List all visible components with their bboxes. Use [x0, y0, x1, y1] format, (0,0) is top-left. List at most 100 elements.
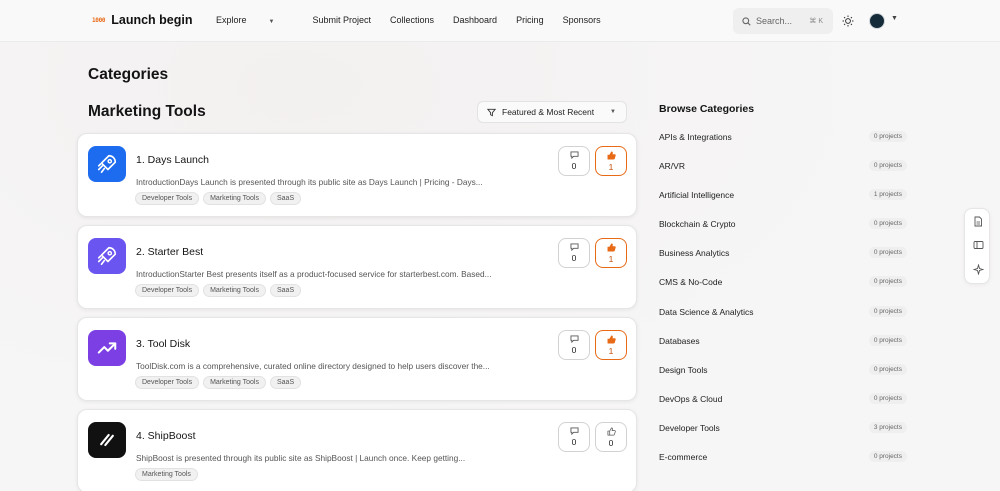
project-card[interactable]: 4. ShipBoost ShipBoost is presented throu… [77, 409, 637, 491]
search-icon [742, 16, 751, 26]
category-item[interactable]: Business Analytics 0 projects [659, 246, 909, 275]
category-item[interactable]: Databases 0 projects [659, 334, 909, 363]
sun-icon[interactable] [842, 15, 854, 27]
upvote-button[interactable]: 0 [595, 422, 627, 452]
comment-icon [570, 427, 579, 437]
project-title[interactable]: 4. ShipBoost [136, 430, 196, 442]
upvote-count: 1 [608, 253, 614, 264]
project-card[interactable]: 2. Starter Best IntroductionStarter Best … [77, 225, 637, 309]
category-item[interactable]: AR/VR 0 projects [659, 159, 909, 188]
category-count-badge: 0 projects [868, 305, 907, 317]
category-count-badge: 0 projects [868, 131, 907, 142]
category-count-badge: 0 projects [868, 363, 907, 375]
floating-toolbar [964, 208, 990, 284]
nav-sponsors[interactable]: Sponsors [563, 15, 601, 25]
nav-pricing[interactable]: Pricing [516, 15, 544, 25]
project-card[interactable]: 3. Tool Disk ToolDisk.com is a comprehens… [77, 317, 637, 401]
page-title: Categories [88, 66, 169, 83]
thumbs-up-icon [607, 243, 616, 254]
project-description: ToolDisk.com is a comprehensive, curated… [136, 361, 490, 371]
rocket-icon [96, 153, 118, 175]
category-name: Databases [659, 335, 700, 346]
project-logo [88, 330, 126, 366]
category-name: AR/VR [659, 161, 685, 172]
tag-chip[interactable]: Marketing Tools [203, 376, 266, 389]
tag-chip[interactable]: Developer Tools [135, 284, 200, 297]
upvote-button[interactable]: 1 [595, 238, 627, 268]
category-item[interactable]: Artificial Intelligence 1 projects [659, 188, 909, 217]
tag-chip[interactable]: Marketing Tools [203, 284, 266, 297]
comment-button[interactable]: 0 [558, 238, 590, 268]
category-name: Artificial Intelligence [659, 190, 735, 201]
sidebar-panel-icon[interactable] [972, 240, 984, 252]
main-nav: Explore ▼ Submit Project Collections Dash… [216, 15, 620, 25]
category-item[interactable]: E-commerce 0 projects [659, 450, 909, 479]
category-item[interactable]: Developer Tools 3 projects [659, 421, 909, 450]
trending-up-icon [96, 337, 118, 359]
category-item[interactable]: APIs & Integrations 0 projects [659, 130, 909, 159]
comment-button[interactable]: 0 [558, 146, 590, 176]
tag-chip[interactable]: SaaS [269, 376, 302, 389]
project-title[interactable]: 1. Days Launch [136, 154, 209, 166]
project-description: ShipBoost is presented through its publi… [136, 453, 466, 463]
category-count-badge: 0 projects [868, 247, 907, 259]
search-button[interactable]: Search... ⌘ K [733, 8, 833, 34]
rocket-icon [96, 245, 118, 267]
comment-button[interactable]: 0 [558, 422, 590, 452]
browse-categories-title: Browse Categories [659, 103, 755, 115]
project-tags: Developer Tools Marketing Tools SaaS [135, 376, 302, 389]
tag-chip[interactable]: Developer Tools [135, 376, 200, 389]
nav-explore[interactable]: Explore ▼ [216, 15, 293, 25]
thumbs-up-icon [607, 427, 616, 438]
project-title[interactable]: 2. Starter Best [136, 246, 203, 258]
category-name: DevOps & Cloud [659, 393, 723, 404]
upvote-button[interactable]: 1 [595, 330, 627, 360]
document-icon[interactable] [972, 216, 984, 228]
tag-chip[interactable]: Marketing Tools [203, 192, 266, 205]
category-name: Business Analytics [659, 248, 730, 259]
category-count-badge: 0 projects [868, 451, 907, 463]
nav-submit-project[interactable]: Submit Project [312, 15, 371, 25]
nav-collections[interactable]: Collections [390, 15, 434, 25]
category-list: APIs & Integrations 0 projects AR/VR 0 proj… [659, 130, 909, 479]
brand-mark: 1000 [92, 16, 106, 24]
project-tags: Developer Tools Marketing Tools SaaS [135, 192, 302, 205]
category-item[interactable]: Blockchain & Crypto 0 projects [659, 217, 909, 246]
upvote-button[interactable]: 1 [595, 146, 627, 176]
tag-chip[interactable]: Marketing Tools [135, 468, 198, 481]
category-count-badge: 3 projects [868, 421, 907, 433]
filter-label: Featured & Most Recent [502, 107, 595, 117]
comment-count: 0 [571, 345, 577, 355]
brand-name: Launch begin [111, 13, 193, 27]
avatar[interactable] [869, 13, 885, 29]
category-name: Developer Tools [659, 422, 720, 433]
project-tags: Marketing Tools [135, 468, 198, 481]
category-item[interactable]: DevOps & Cloud 0 projects [659, 392, 909, 421]
nav-dashboard[interactable]: Dashboard [453, 15, 497, 25]
project-logo [88, 238, 126, 274]
category-item[interactable]: Design Tools 0 projects [659, 363, 909, 392]
project-title[interactable]: 3. Tool Disk [136, 338, 190, 350]
category-name: CMS & No-Code [659, 277, 723, 288]
brand-logo[interactable]: 1000 Launch begin [92, 13, 193, 27]
chevron-down-icon: ▼ [610, 109, 616, 115]
tag-chip[interactable]: SaaS [269, 284, 302, 297]
upvote-count: 1 [608, 345, 614, 356]
chevron-down-icon[interactable]: ▼ [891, 15, 898, 22]
sort-filter-dropdown[interactable]: Featured & Most Recent ▼ [477, 101, 627, 123]
category-count-badge: 1 projects [868, 189, 907, 201]
comment-icon [570, 335, 579, 345]
comment-button[interactable]: 0 [558, 330, 590, 360]
sparkle-icon[interactable] [971, 263, 985, 276]
category-item[interactable]: Data Science & Analytics 0 projects [659, 305, 909, 334]
tag-chip[interactable]: Developer Tools [135, 192, 200, 205]
comment-count: 0 [571, 253, 577, 263]
comment-icon [570, 151, 579, 161]
project-card[interactable]: 1. Days Launch IntroductionDays Launch is… [77, 133, 637, 217]
category-name: Blockchain & Crypto [659, 219, 736, 230]
comment-count: 0 [571, 437, 577, 447]
chevron-down-icon: ▼ [268, 19, 275, 25]
tag-chip[interactable]: SaaS [269, 192, 302, 205]
category-item[interactable]: CMS & No-Code 0 projects [659, 275, 909, 304]
project-description: IntroductionDays Launch is presented thr… [136, 177, 483, 187]
